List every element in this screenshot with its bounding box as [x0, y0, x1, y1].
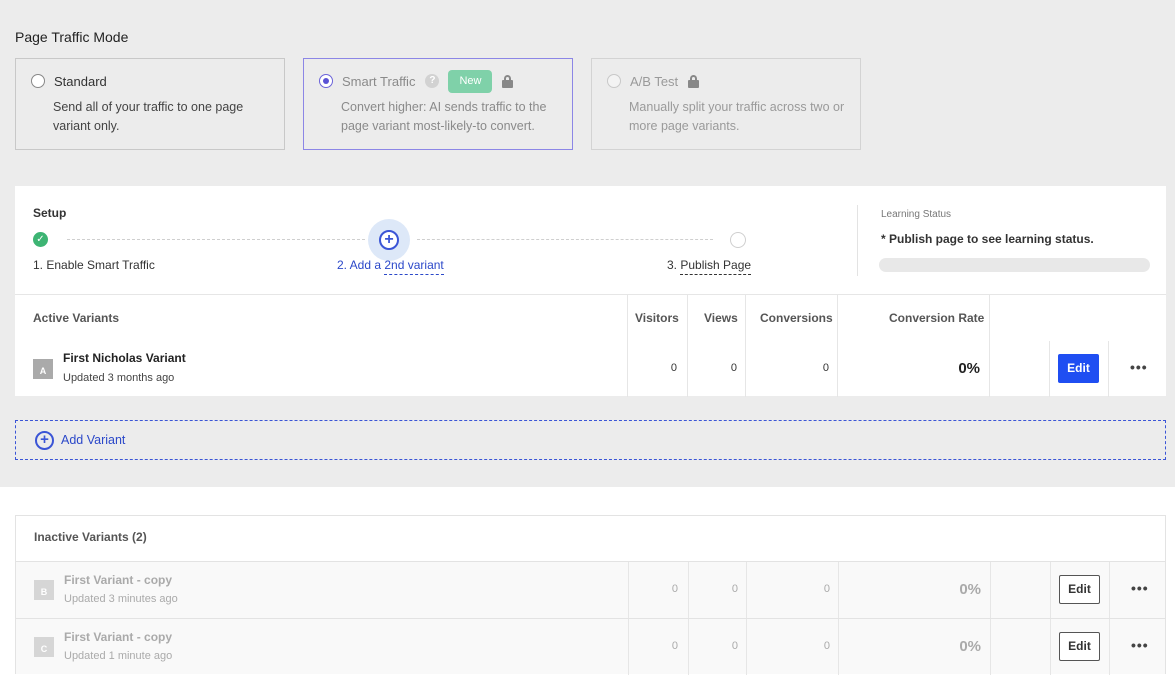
variant-avatar: B [34, 580, 54, 600]
step-add-variant-prefix: 2. Add a [337, 258, 385, 272]
step-publish-link[interactable]: Publish Page [680, 258, 752, 275]
column-divider [990, 619, 991, 675]
conversion-rate-value: 0% [958, 360, 980, 377]
step-add-variant[interactable]: 2. Add a 2nd variant [337, 258, 444, 275]
variant-name[interactable]: First Nicholas Variant [63, 351, 186, 365]
column-divider [990, 562, 991, 618]
column-divider [989, 295, 990, 397]
add-step-indicator[interactable]: + [368, 219, 410, 261]
column-divider [745, 295, 746, 397]
edit-button[interactable]: Edit [1059, 632, 1100, 661]
publish-step-indicator [730, 232, 746, 248]
variant-avatar: C [34, 637, 54, 657]
conversions-value: 0 [823, 640, 830, 652]
visitors-value: 0 [670, 362, 677, 374]
page-title: Page Traffic Mode [15, 29, 129, 45]
check-icon: ✓ [33, 232, 48, 247]
variant-avatar: A [33, 359, 53, 379]
column-divider [627, 295, 628, 397]
lock-icon [502, 74, 514, 88]
views-value: 0 [730, 362, 737, 374]
smart-traffic-label: Smart Traffic [342, 73, 416, 89]
divider [857, 205, 858, 276]
smart-traffic-radio[interactable] [319, 74, 333, 88]
table-row: B First Variant - copy Updated 3 minutes… [16, 562, 1165, 618]
inactive-variants-table: Inactive Variants (2) B First Variant - … [15, 515, 1166, 675]
standard-radio[interactable] [31, 74, 45, 88]
variant-updated: Updated 1 minute ago [64, 650, 173, 662]
column-divider [837, 295, 838, 397]
learning-status-text: * Publish page to see learning status. [881, 232, 1094, 246]
column-divider [1050, 619, 1051, 675]
step-add-variant-link[interactable]: 2nd variant [384, 258, 444, 275]
add-variant-button[interactable]: + Add Variant [15, 420, 1166, 460]
views-value: 0 [731, 583, 738, 595]
column-divider [1109, 619, 1110, 675]
conversions-value: 0 [822, 362, 829, 374]
step-enable-smart-traffic: 1. Enable Smart Traffic [33, 258, 155, 272]
ab-test-description: Manually split your traffic across two o… [629, 100, 845, 133]
conversion-rate-value: 0% [959, 638, 981, 655]
column-divider [1108, 341, 1109, 397]
variant-updated: Updated 3 months ago [63, 372, 175, 384]
variant-name[interactable]: First Variant - copy [64, 573, 172, 587]
ab-test-label: A/B Test [630, 73, 679, 89]
mode-card-ab-test[interactable]: A/B Test Manually split your traffic acr… [591, 58, 861, 150]
new-badge: New [448, 69, 493, 93]
visitors-value: 0 [671, 583, 678, 595]
edit-button[interactable]: Edit [1058, 354, 1099, 383]
setup-panel: Setup ✓ + 1. Enable Smart Traffic 2. Add… [15, 186, 1166, 397]
active-variants-table: Active Variants Visitors Views Conversio… [15, 294, 1166, 397]
setup-label: Setup [33, 206, 67, 220]
variant-name[interactable]: First Variant - copy [64, 630, 172, 644]
standard-label: Standard [54, 73, 107, 89]
conversion-rate-header: Conversion Rate [889, 311, 985, 325]
conversions-header: Conversions [760, 311, 833, 325]
column-divider [1050, 562, 1051, 618]
learning-status-label: Learning Status [881, 209, 952, 220]
step-publish-prefix: 3. [667, 258, 681, 272]
more-options-icon[interactable]: ••• [1131, 637, 1149, 653]
inactive-header: Inactive Variants (2) [16, 516, 1165, 562]
more-options-icon[interactable]: ••• [1131, 580, 1149, 596]
help-icon[interactable]: ? [425, 74, 440, 88]
column-divider [687, 295, 688, 397]
plus-icon: + [379, 230, 399, 250]
lock-icon [688, 74, 700, 88]
step-connector [417, 239, 713, 240]
edit-button[interactable]: Edit [1059, 575, 1100, 604]
conversion-rate-value: 0% [959, 581, 981, 598]
step-publish-page[interactable]: 3. Publish Page [667, 258, 752, 275]
visitors-header: Visitors [635, 311, 679, 325]
learning-progress-bar [879, 258, 1150, 272]
more-options-icon[interactable]: ••• [1130, 359, 1148, 375]
conversions-value: 0 [823, 583, 830, 595]
step-connector [67, 239, 365, 240]
views-header: Views [704, 311, 738, 325]
views-value: 0 [731, 640, 738, 652]
table-row: C First Variant - copy Updated 1 minute … [16, 618, 1165, 675]
column-divider [1049, 341, 1050, 397]
add-variant-label: Add Variant [61, 433, 126, 447]
ab-test-radio[interactable] [607, 74, 621, 88]
plus-icon: + [35, 431, 54, 450]
variant-updated: Updated 3 minutes ago [64, 593, 178, 605]
active-variants-header: Active Variants [33, 311, 120, 325]
mode-card-smart-traffic[interactable]: Smart Traffic ? New Convert higher: AI s… [303, 58, 573, 150]
column-divider [1109, 562, 1110, 618]
visitors-value: 0 [671, 640, 678, 652]
mode-card-standard[interactable]: Standard Send all of your traffic to one… [15, 58, 285, 150]
inactive-variants-title: Inactive Variants (2) [34, 530, 147, 544]
standard-description: Send all of your traffic to one page var… [53, 100, 244, 133]
smart-traffic-description: Convert higher: AI sends traffic to the … [341, 100, 547, 133]
